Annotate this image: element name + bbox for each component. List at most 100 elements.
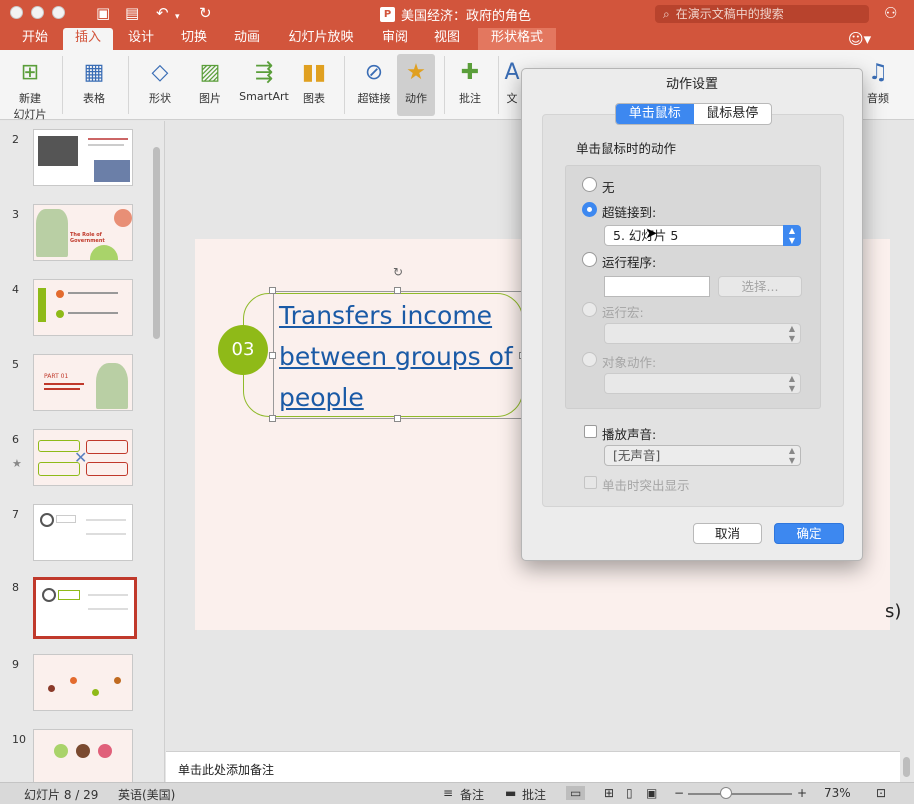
- zoom-in-icon[interactable]: +: [797, 786, 807, 800]
- thumbnail-bar: [38, 288, 46, 322]
- hyperlink-target-select[interactable]: 5. 幻灯片 5 ▲ ▼: [604, 225, 801, 246]
- object-action-select: ▲ ▼: [604, 373, 801, 394]
- language-indicator[interactable]: 英语(美国): [118, 786, 175, 803]
- tab-slideshow[interactable]: 幻灯片放映: [281, 28, 361, 50]
- tab-view[interactable]: 视图: [424, 28, 470, 50]
- zoom-out-icon[interactable]: −: [674, 786, 684, 800]
- minimize-window-button[interactable]: [31, 6, 44, 19]
- action-button[interactable]: ★ 动作: [397, 54, 435, 116]
- zoom-slider-thumb[interactable]: [720, 787, 732, 799]
- hyperlink-textbox[interactable]: Transfers income between groups of peopl…: [279, 295, 539, 418]
- notes-scrollbar[interactable]: [903, 757, 910, 777]
- radio-object-action-label: 对象动作:: [602, 355, 657, 370]
- number-badge[interactable]: 03: [218, 325, 268, 375]
- mouse-cursor-icon: ➤: [645, 224, 658, 242]
- textbox-icon: A: [504, 59, 520, 85]
- search-icon: ⌕: [663, 7, 670, 21]
- ok-button[interactable]: 确定: [774, 523, 844, 544]
- tab-mouse-click[interactable]: 单击鼠标: [616, 104, 694, 124]
- radio-run-program[interactable]: [582, 252, 597, 267]
- tab-review[interactable]: 审阅: [372, 28, 418, 50]
- notes-placeholder: 单击此处添加备注: [178, 763, 275, 777]
- play-sound-checkbox[interactable]: [584, 425, 597, 438]
- sidebar-toggle-icon[interactable]: ▣: [96, 4, 110, 22]
- tab-shape-format[interactable]: 形状格式: [478, 28, 556, 50]
- thumbnail-text-line: [86, 519, 126, 521]
- table-label: 表格: [83, 92, 105, 105]
- comments-toggle[interactable]: 批注: [522, 786, 546, 803]
- hyperlink-button[interactable]: ⊘ 超链接: [352, 54, 396, 106]
- redo-icon[interactable]: ↻: [199, 4, 212, 22]
- sound-select[interactable]: [无声音] ▲ ▼: [604, 445, 801, 466]
- select-arrows-icon: ▲ ▼: [788, 374, 796, 393]
- slide-thumbnail-8[interactable]: [33, 577, 137, 639]
- browse-program-button[interactable]: 选择...: [718, 276, 802, 297]
- reading-view-icon[interactable]: ▯: [626, 786, 633, 800]
- radio-hyperlink[interactable]: [582, 202, 597, 217]
- textbox-button[interactable]: A 文: [504, 54, 520, 106]
- slide-thumbnail-10[interactable]: [33, 729, 133, 782]
- slide-thumbnail-5[interactable]: PART 01: [33, 354, 133, 411]
- tab-animations[interactable]: 动画: [224, 28, 270, 50]
- audio-button[interactable]: ♫ 音频: [860, 54, 896, 106]
- zoom-level[interactable]: 73%: [824, 786, 851, 800]
- slide-thumbnail-4[interactable]: [33, 279, 133, 336]
- thumbnail-shape: [86, 462, 128, 476]
- comment-button[interactable]: ✚ 批注: [450, 54, 490, 106]
- resize-handle[interactable]: [269, 352, 276, 359]
- normal-view-icon[interactable]: ▭: [566, 786, 586, 800]
- notes-pane[interactable]: 单击此处添加备注: [166, 751, 900, 782]
- share-icon[interactable]: ⚇: [884, 4, 897, 22]
- status-bar: 幻灯片 8 / 29 英语(美国) ≡ 备注 ▬ 批注 ▭ ⊞ ▯ ▣ − + …: [0, 782, 914, 804]
- radio-hyperlink-label: 超链接到:: [602, 205, 657, 220]
- undo-dropdown-icon[interactable]: ▾: [175, 8, 180, 26]
- new-slide-button[interactable]: ⊞ 新建 幻灯片: [6, 54, 54, 122]
- shapes-button[interactable]: ◇ 形状: [136, 54, 184, 106]
- thumbnail-text-line: [88, 608, 128, 610]
- feedback-smiley-icon[interactable]: ☺▾: [848, 30, 871, 48]
- radio-object-action: [582, 352, 597, 367]
- search-placeholder: 在演示文稿中的搜索: [675, 7, 784, 21]
- search-input[interactable]: ⌕ 在演示文稿中的搜索: [655, 5, 869, 23]
- slide-thumbnail-2[interactable]: [33, 129, 133, 186]
- rotate-handle-icon[interactable]: ↻: [393, 265, 403, 279]
- save-icon[interactable]: ▤: [125, 4, 139, 22]
- resize-handle[interactable]: [269, 287, 276, 294]
- slide-number: 6: [12, 433, 19, 446]
- slide-thumbnail-6[interactable]: ✕: [33, 429, 133, 486]
- highlight-click-checkbox: [584, 476, 597, 489]
- fit-to-window-icon[interactable]: ⊡: [876, 786, 886, 800]
- slide-thumbnail-3[interactable]: The Role of Government: [33, 204, 133, 261]
- tab-transitions[interactable]: 切换: [171, 28, 217, 50]
- thumbnail-plant-image: [96, 363, 128, 409]
- thumbnail-circle: [76, 744, 90, 758]
- resize-handle[interactable]: [394, 415, 401, 422]
- highlight-click-label: 单击时突出显示: [602, 478, 690, 493]
- slide-panel-scrollbar[interactable]: [153, 147, 160, 339]
- slideshow-view-icon[interactable]: ▣: [646, 786, 657, 800]
- undo-icon[interactable]: ↶: [156, 4, 169, 22]
- select-arrows-icon: ▲ ▼: [788, 446, 796, 465]
- zoom-slider-track[interactable]: [688, 793, 792, 795]
- pictures-button[interactable]: ▨ 图片: [186, 54, 234, 106]
- tab-insert[interactable]: 插入: [63, 28, 113, 50]
- notes-toggle[interactable]: 备注: [460, 786, 484, 803]
- program-path-field[interactable]: [604, 276, 710, 297]
- tab-home[interactable]: 开始: [12, 28, 58, 50]
- tab-mouse-over[interactable]: 鼠标悬停: [694, 104, 772, 124]
- chart-button[interactable]: ▮▮ 图表: [292, 54, 336, 106]
- slide-thumbnail-9[interactable]: [33, 654, 133, 711]
- slide-thumbnail-7[interactable]: [33, 504, 133, 561]
- slide-number: 10: [12, 733, 26, 746]
- smartart-button[interactable]: ⇶ SmartArt: [236, 54, 292, 104]
- close-window-button[interactable]: [10, 6, 23, 19]
- slide-thumbnail-panel: 2 3 The Role of Government 4 5 PART 01 6…: [0, 121, 165, 782]
- slide-sorter-icon[interactable]: ⊞: [604, 786, 614, 800]
- radio-none[interactable]: [582, 177, 597, 192]
- tab-design[interactable]: 设计: [118, 28, 164, 50]
- zoom-window-button[interactable]: [52, 6, 65, 19]
- resize-handle[interactable]: [394, 287, 401, 294]
- resize-handle[interactable]: [269, 415, 276, 422]
- table-button[interactable]: ▦ 表格: [70, 54, 118, 106]
- cancel-button[interactable]: 取消: [693, 523, 762, 544]
